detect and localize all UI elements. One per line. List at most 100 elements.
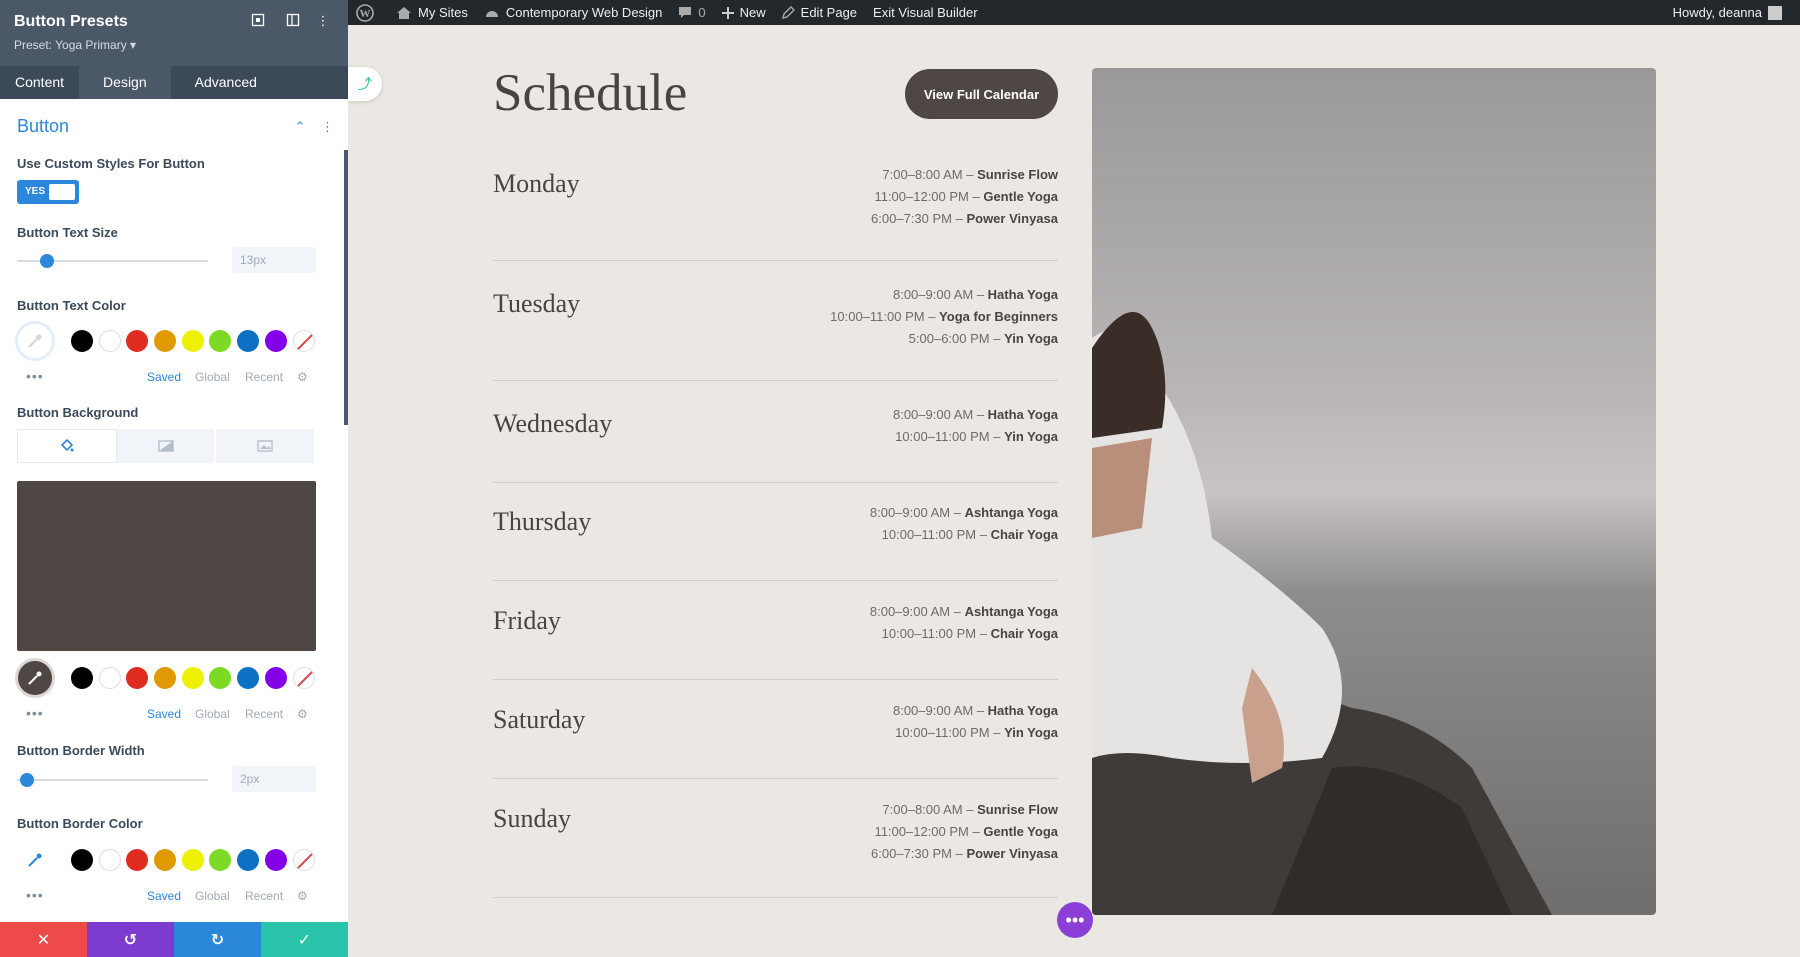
section-menu-icon[interactable]: ⋮ xyxy=(321,119,334,134)
color-swatch[interactable] xyxy=(126,849,149,871)
paint-bucket-icon[interactable] xyxy=(17,429,117,463)
color-swatch[interactable] xyxy=(98,667,121,689)
color-swatch[interactable] xyxy=(181,667,204,689)
color-swatch[interactable] xyxy=(154,667,177,689)
color-swatch[interactable] xyxy=(181,330,204,352)
new-link[interactable]: New xyxy=(714,0,774,25)
eyedropper-icon[interactable] xyxy=(15,658,55,698)
saved-colors-link[interactable]: Saved xyxy=(147,370,181,384)
class-entry: 11:00–12:00 PM – Gentle Yoga xyxy=(871,821,1058,843)
color-swatch[interactable] xyxy=(126,667,149,689)
border-width-input[interactable]: 2px xyxy=(232,766,316,792)
image-icon[interactable] xyxy=(216,429,317,463)
fullscreen-icon[interactable] xyxy=(250,13,266,29)
custom-styles-toggle[interactable]: YES xyxy=(17,180,79,204)
color-swatch[interactable] xyxy=(264,330,287,352)
panel-header: Button Presets Preset: Yoga Primary ▾ ⋮ xyxy=(0,0,348,66)
class-times: 8:00–9:00 AM – Ashtanga Yoga 10:00–11:00 … xyxy=(870,601,1058,645)
dashboard-icon xyxy=(485,10,498,17)
class-times: 8:00–9:00 AM – Ashtanga Yoga 10:00–11:00 … xyxy=(870,502,1058,546)
undo-button[interactable]: ↺ xyxy=(87,922,174,957)
border-width-slider[interactable] xyxy=(17,773,208,787)
class-times: 8:00–9:00 AM – Hatha Yoga 10:00–11:00 PM … xyxy=(830,284,1058,350)
color-swatch[interactable] xyxy=(237,849,260,871)
text-size-slider[interactable] xyxy=(17,254,208,268)
site-name-link[interactable]: Contemporary Web Design xyxy=(476,0,671,25)
no-color-swatch[interactable] xyxy=(292,849,315,871)
comments-link[interactable]: 0 xyxy=(670,0,713,25)
class-name: Ashtanga Yoga xyxy=(964,505,1058,520)
global-colors-link[interactable]: Global xyxy=(195,889,230,903)
color-swatch[interactable] xyxy=(264,667,287,689)
no-color-swatch[interactable] xyxy=(292,667,315,689)
saved-colors-link[interactable]: Saved xyxy=(147,707,181,721)
more-colors-icon[interactable]: ••• xyxy=(26,887,44,903)
my-sites-link[interactable]: My Sites xyxy=(388,0,476,25)
text-size-input[interactable]: 13px xyxy=(232,247,316,273)
class-time: 10:00–11:00 PM – xyxy=(895,725,1005,740)
gear-icon[interactable]: ⚙ xyxy=(297,370,308,384)
color-swatch[interactable] xyxy=(181,849,204,871)
recent-colors-link[interactable]: Recent xyxy=(245,707,283,721)
class-entry: 10:00–11:00 PM – Chair Yoga xyxy=(870,623,1058,645)
view-full-calendar-button[interactable]: View Full Calendar xyxy=(905,69,1058,119)
color-swatch[interactable] xyxy=(237,667,260,689)
gear-icon[interactable]: ⚙ xyxy=(297,889,308,903)
page-settings-fab[interactable]: ••• xyxy=(1057,902,1093,938)
day-name: Thursday xyxy=(493,507,592,536)
slider-handle[interactable] xyxy=(40,254,54,268)
more-options-icon[interactable]: ⋮ xyxy=(315,13,331,29)
text-size-label: Button Text Size xyxy=(17,225,118,240)
color-swatch[interactable] xyxy=(264,849,287,871)
color-swatch[interactable] xyxy=(154,330,177,352)
color-swatch[interactable] xyxy=(209,849,232,871)
color-swatch[interactable] xyxy=(98,849,121,871)
no-color-swatch[interactable] xyxy=(292,330,315,352)
color-swatch[interactable] xyxy=(209,667,232,689)
color-swatch[interactable] xyxy=(126,330,149,352)
edit-page-link[interactable]: Edit Page xyxy=(774,0,865,25)
split-view-icon[interactable] xyxy=(285,13,301,29)
color-swatch[interactable] xyxy=(237,330,260,352)
eyedropper-icon[interactable] xyxy=(15,321,55,361)
day-row: Saturday 8:00–9:00 AM – Hatha Yoga 10:00–1… xyxy=(493,692,1058,779)
discard-button[interactable]: ✕ xyxy=(0,922,87,957)
class-entry: 10:00–11:00 PM – Yin Yoga xyxy=(893,426,1058,448)
gradient-icon[interactable] xyxy=(116,429,217,463)
color-swatch[interactable] xyxy=(71,330,93,352)
tab-design[interactable]: Design xyxy=(79,66,171,99)
page-canvas: ⤴ Schedule View Full Calendar Monday 7:00… xyxy=(348,25,1800,957)
class-entry: 11:00–12:00 PM – Gentle Yoga xyxy=(871,186,1058,208)
slider-handle[interactable] xyxy=(20,773,34,787)
more-colors-icon[interactable]: ••• xyxy=(26,705,44,721)
wordpress-logo-icon[interactable]: W xyxy=(348,0,388,25)
class-name: Gentle Yoga xyxy=(983,189,1058,204)
preset-selector[interactable]: Preset: Yoga Primary ▾ xyxy=(14,38,136,52)
exit-visual-builder-link[interactable]: Exit Visual Builder xyxy=(865,0,986,25)
eyedropper-icon[interactable] xyxy=(15,840,55,880)
recent-colors-link[interactable]: Recent xyxy=(245,370,283,384)
background-color-preview[interactable] xyxy=(17,481,316,651)
section-title[interactable]: Button xyxy=(17,116,69,137)
color-swatch[interactable] xyxy=(71,849,93,871)
chevron-up-icon[interactable]: ⌃ xyxy=(294,119,305,134)
more-colors-icon[interactable]: ••• xyxy=(26,368,44,384)
color-swatch[interactable] xyxy=(98,330,121,352)
background-label: Button Background xyxy=(17,405,139,420)
tab-advanced[interactable]: Advanced xyxy=(171,66,281,99)
color-swatch[interactable] xyxy=(209,330,232,352)
save-button[interactable]: ✓ xyxy=(261,922,348,957)
global-colors-link[interactable]: Global xyxy=(195,707,230,721)
class-name: Yin Yoga xyxy=(1004,331,1058,346)
color-swatch[interactable] xyxy=(71,667,93,689)
color-swatch[interactable] xyxy=(154,849,177,871)
global-colors-link[interactable]: Global xyxy=(195,370,230,384)
recent-colors-link[interactable]: Recent xyxy=(245,889,283,903)
admin-bar: W My Sites Contemporary Web Design 0 New… xyxy=(348,0,1800,25)
account-menu[interactable]: Howdy, deanna xyxy=(1665,0,1800,25)
tab-content[interactable]: Content xyxy=(0,66,79,99)
collapse-panel-icon[interactable]: ⤴ xyxy=(348,67,382,101)
gear-icon[interactable]: ⚙ xyxy=(297,707,308,721)
saved-colors-link[interactable]: Saved xyxy=(147,889,181,903)
redo-button[interactable]: ↻ xyxy=(174,922,261,957)
